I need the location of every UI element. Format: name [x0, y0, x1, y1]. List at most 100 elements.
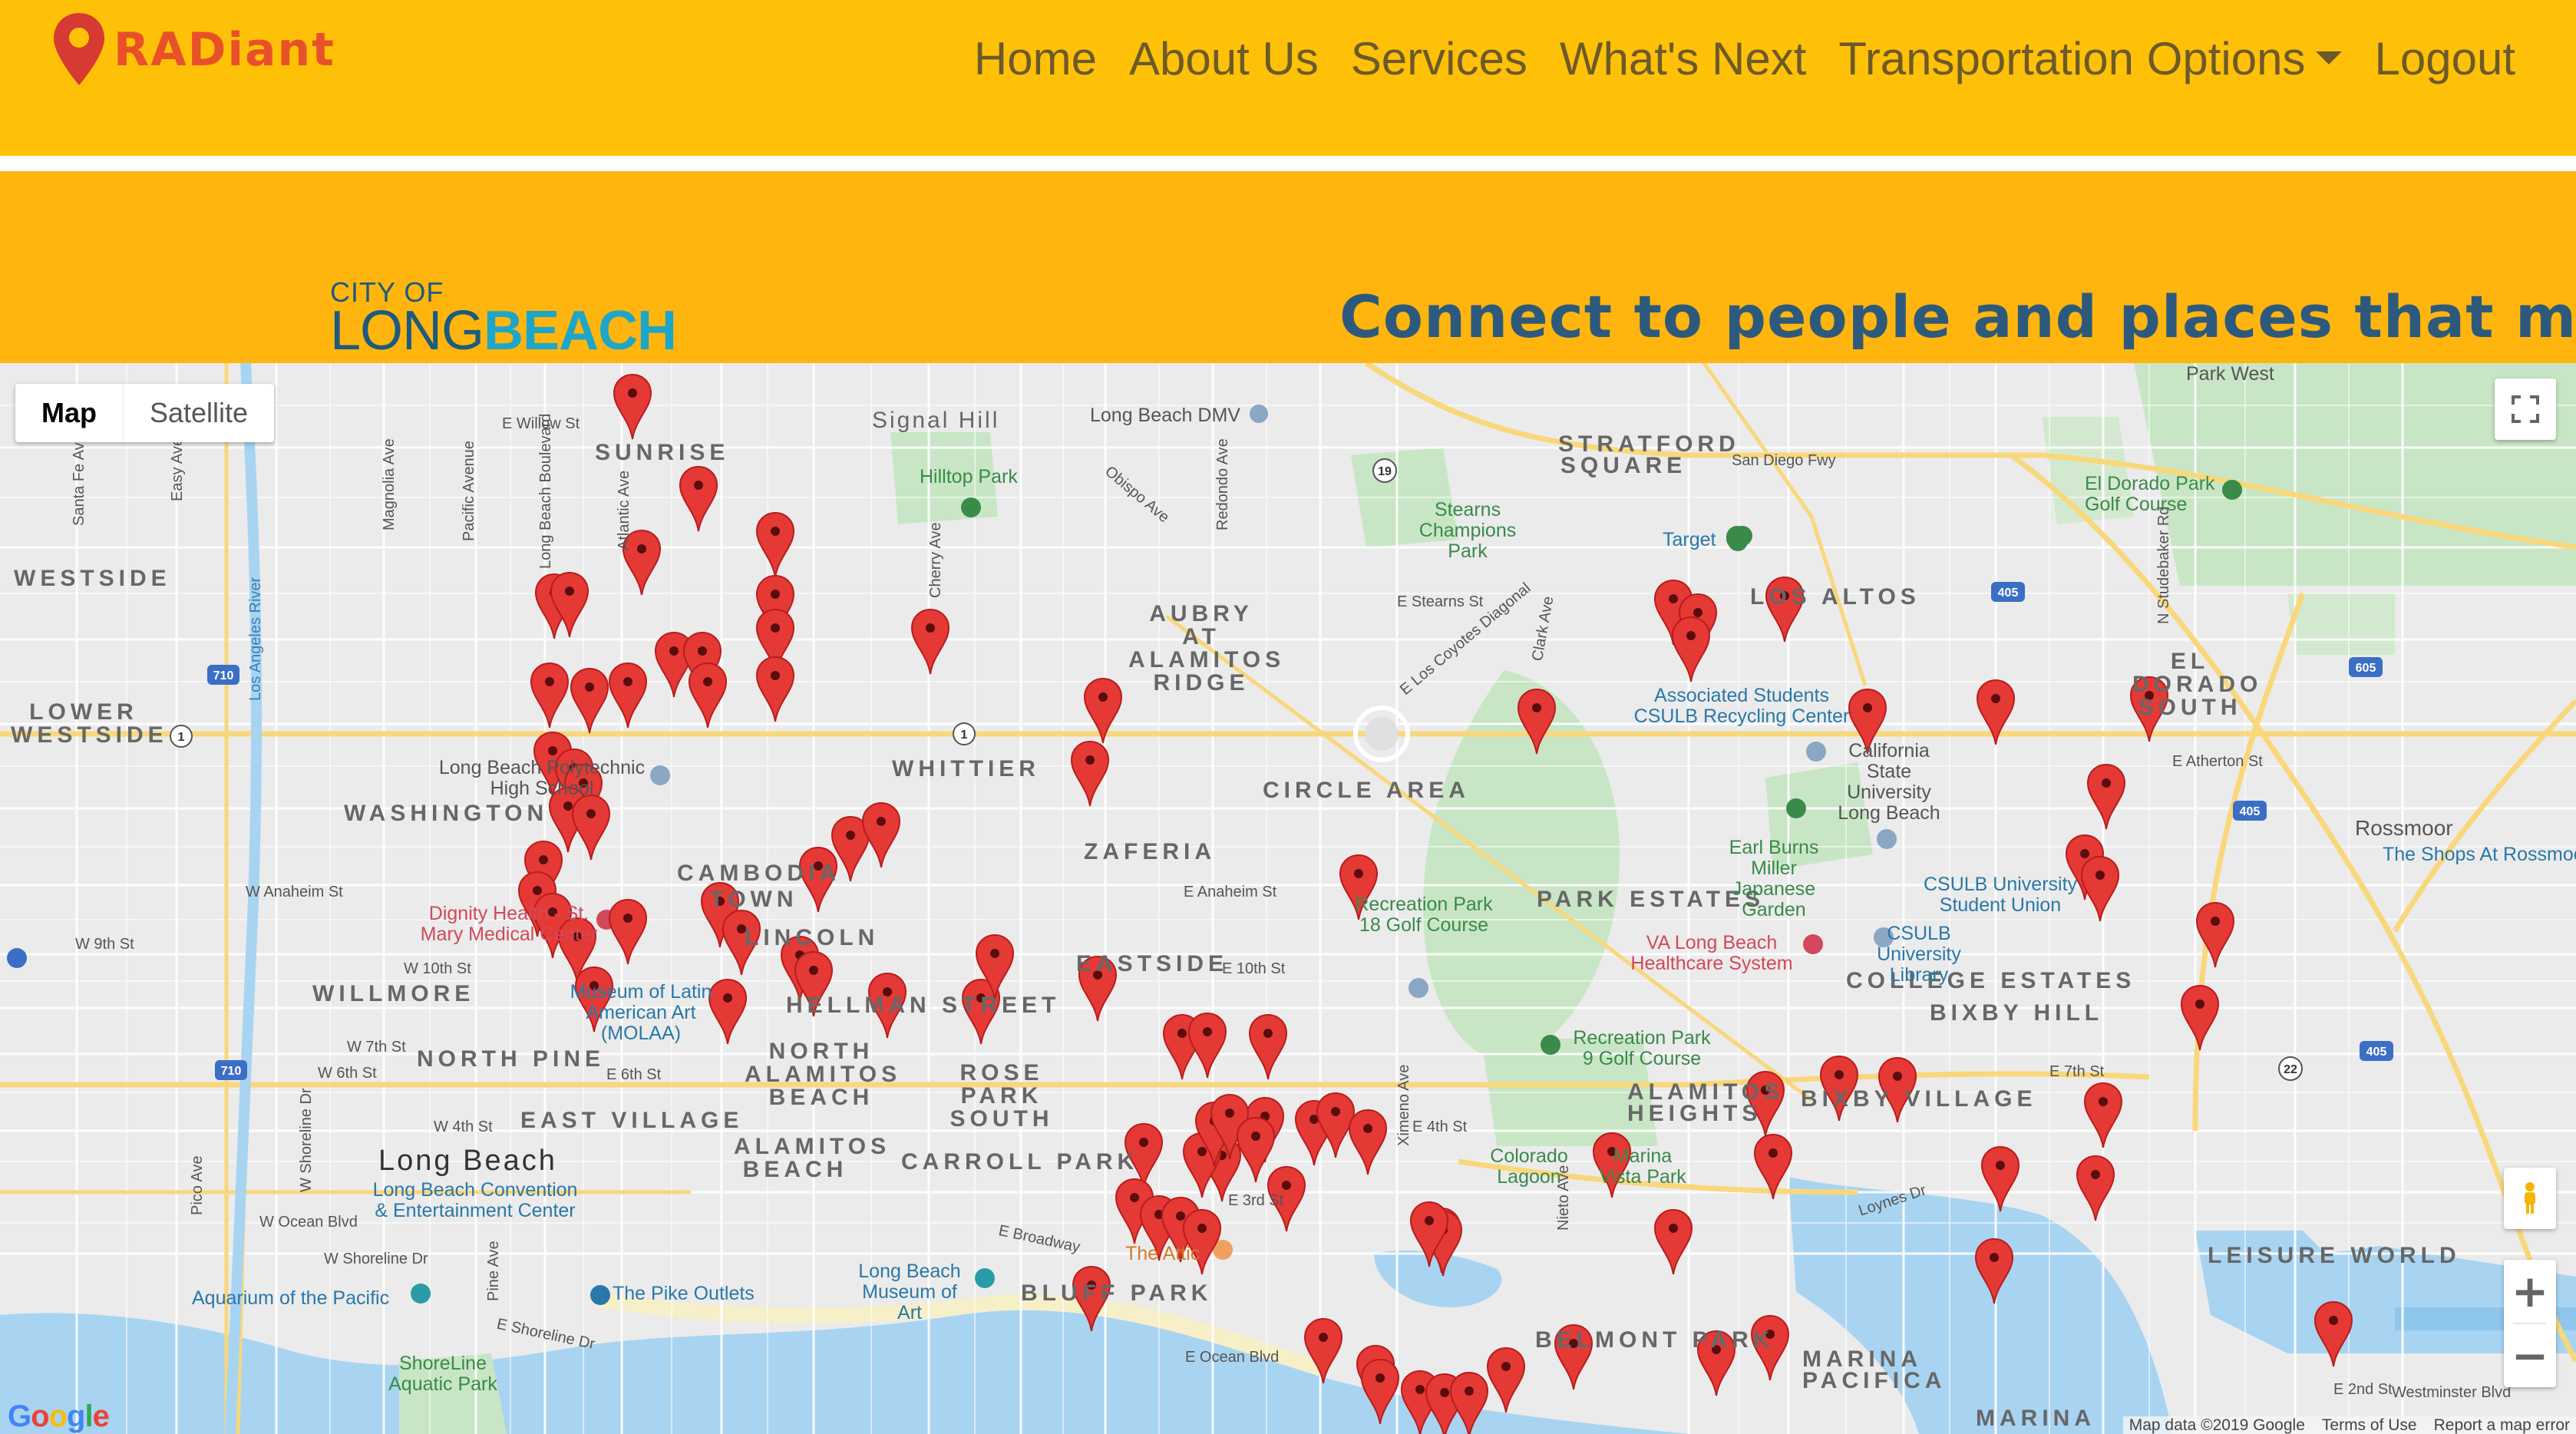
report-map-error-link[interactable]: Report a map error: [2434, 1416, 2570, 1434]
brand-logo[interactable]: RADiant: [51, 8, 335, 92]
map-marker-icon[interactable]: [861, 801, 901, 868]
map-type-satellite-button[interactable]: Satellite: [124, 384, 274, 442]
poi-long-beach-dmv[interactable]: Long Beach DMV: [1090, 405, 1240, 427]
poi-csulb-student-union[interactable]: CSULB University Student Union: [1916, 874, 2085, 916]
map-marker-icon[interactable]: [2180, 984, 2220, 1051]
street-los-angeles-river: Los Angeles River: [247, 577, 264, 701]
poi-dignity-health-st-mary-medical-center[interactable]: Dignity Health - St. Mary Medical Center: [405, 904, 613, 945]
map-marker-icon[interactable]: [2083, 1082, 2123, 1148]
street-view-pegman-button[interactable]: [2504, 1168, 2556, 1229]
poi-recreation-park-18-golf-course[interactable]: Recreation Park 18 Golf Course: [1351, 894, 1497, 936]
park-icon: [961, 497, 981, 517]
map-marker-icon[interactable]: [1187, 1012, 1227, 1079]
fullscreen-button[interactable]: [2495, 378, 2556, 440]
poi-el-dorado-park-golf-course[interactable]: El Dorado Park Golf Course: [2085, 474, 2231, 515]
nav-home[interactable]: Home: [958, 28, 1113, 91]
nav-transportation-options-dropdown[interactable]: Transportation Options: [1822, 28, 2358, 91]
poi-long-beach-convention-center[interactable]: Long Beach Convention & Entertainment Ce…: [364, 1180, 586, 1221]
map-marker-icon[interactable]: [2080, 855, 2120, 922]
poi-the-pike-outlets[interactable]: The Pike Outlets: [613, 1283, 755, 1305]
map-marker-icon[interactable]: [755, 511, 795, 578]
museum-icon: [975, 1268, 995, 1288]
map-marker-icon[interactable]: [1236, 1116, 1276, 1183]
poi-the-shops-at-rossmoor[interactable]: The Shops At Rossmoor: [2383, 844, 2576, 866]
map-marker-icon[interactable]: [1671, 616, 1711, 682]
poi-hilltop-park[interactable]: Hilltop Park: [920, 466, 1018, 488]
poi-colorado-lagoon[interactable]: Colorado Lagoon: [1483, 1146, 1575, 1188]
banner-tagline: Connect to people and places that matte: [1339, 283, 2576, 351]
poi-aquarium-of-the-pacific[interactable]: Aquarium of the Pacific: [192, 1287, 389, 1310]
caret-down-icon: [2316, 51, 2343, 64]
map-type-map-button[interactable]: Map: [15, 384, 124, 442]
street-san-diego-fwy: San Diego Fwy: [1732, 452, 1836, 469]
map[interactable]: 710 710 1 1 19 22 405 405 405 605 SUNRIS…: [0, 363, 2576, 1434]
map-marker-icon[interactable]: [1316, 1092, 1356, 1158]
map-marker-icon[interactable]: [613, 373, 652, 440]
terms-of-use-link[interactable]: Terms of Use: [2322, 1416, 2417, 1434]
nav-links: Home About Us Services What's Next Trans…: [958, 28, 2531, 91]
map-marker-icon[interactable]: [1348, 1109, 1388, 1175]
poi-molaa[interactable]: Museum of Latin American Art (MOLAA): [553, 982, 729, 1044]
poi-earl-burns-miller-japanese-garden[interactable]: Earl Burns Miller Japanese Garden: [1716, 838, 1831, 920]
street-w-shoreline-dr-vertical: W Shoreline Dr: [298, 1088, 315, 1192]
label-los-altos: LOS ALTOS: [1750, 584, 1920, 610]
nav-whats-next[interactable]: What's Next: [1544, 28, 1823, 91]
map-marker-icon[interactable]: [571, 794, 611, 861]
label-rossmoor: Rossmoor: [2355, 816, 2453, 840]
map-marker-icon[interactable]: [2076, 1155, 2115, 1221]
label-signal-hill: Signal Hill: [872, 408, 1000, 433]
poi-long-beach-polytechnic-high-school[interactable]: Long Beach Polytechnic High School: [427, 758, 657, 799]
government-icon: [1250, 405, 1268, 423]
label-willmore: WILLMORE: [312, 981, 475, 1006]
nav-services[interactable]: Services: [1335, 28, 1544, 91]
poi-csulb[interactable]: California State University Long Beach: [1831, 741, 1947, 824]
map-marker-icon[interactable]: [1980, 1145, 2020, 1212]
aquarium-icon: [411, 1284, 431, 1303]
label-bluff-park: BLUFF PARK: [1021, 1280, 1213, 1306]
label-zaferia: ZAFERIA: [1084, 839, 1216, 864]
google-logo[interactable]: Google: [8, 1399, 110, 1434]
brand-name: RADiant: [114, 23, 335, 77]
label-leisure-world: LEISURE WORLD: [2208, 1243, 2461, 1268]
poi-recreation-park-9-golf-course[interactable]: Recreation Park 9 Golf Course: [1569, 1028, 1715, 1069]
street-santa-fe-ave: Santa Fe Ave: [71, 434, 88, 526]
map-marker-icon[interactable]: [530, 662, 570, 729]
street-w-4th-st: W 4th St: [434, 1118, 493, 1135]
label-cambodia-town: CAMBODIA TOWN: [677, 861, 841, 912]
poi-va-long-beach[interactable]: VA Long Beach Healthcare System: [1620, 933, 1804, 974]
map-marker-icon[interactable]: [608, 662, 648, 729]
poi-shoreline-aquatic-park[interactable]: ShoreLine Aquatic Park: [385, 1353, 500, 1395]
poi-the-attic[interactable]: The Attic: [1125, 1243, 1200, 1265]
label-marina-pacifica: MARINA PACIFICA: [1802, 1346, 1947, 1393]
map-marker-icon[interactable]: [755, 656, 795, 722]
label-alamitos-beach: ALAMITOS BEACH: [734, 1134, 891, 1182]
map-marker-icon[interactable]: [679, 465, 718, 532]
poi-target[interactable]: Target: [1663, 529, 1716, 551]
street-w-shoreline-dr: W Shoreline Dr: [324, 1251, 428, 1267]
zoom-in-button[interactable]: +: [2504, 1260, 2556, 1323]
poi-marina-vista-park[interactable]: Marina Vista Park: [1597, 1146, 1689, 1188]
label-bixby-hill: BIXBY HILL: [1930, 1000, 2104, 1026]
map-marker-icon[interactable]: [2313, 1300, 2353, 1367]
nav-logout[interactable]: Logout: [2358, 28, 2531, 91]
golf-icon: [1541, 1035, 1560, 1055]
poi-stearns-champions-park[interactable]: Stearns Champions Park: [1399, 500, 1537, 562]
label-north-pine: NORTH PINE: [417, 1046, 606, 1072]
city-logo-big: LONGBEACH: [330, 303, 677, 358]
map-marker-icon[interactable]: [1653, 1208, 1693, 1275]
map-marker-icon[interactable]: [1486, 1346, 1526, 1413]
pool-icon: [1409, 978, 1428, 998]
zoom-out-button[interactable]: −: [2504, 1324, 2556, 1387]
map-marker-icon[interactable]: [910, 608, 950, 675]
map-marker-icon[interactable]: [1248, 1013, 1288, 1080]
city-logo-beach: BEACH: [484, 300, 677, 362]
map-data-attribution: Map data ©2019 Google: [2129, 1416, 2305, 1434]
poi-long-beach-museum-of-art[interactable]: Long Beach Museum of Art: [852, 1261, 967, 1323]
nav-about-us[interactable]: About Us: [1113, 28, 1335, 91]
poi-csulb-library[interactable]: CSULB University Library: [1850, 924, 1988, 986]
label-el-dorado-south: EL DORADO SOUTH: [2132, 649, 2263, 720]
street-westminster-blvd: Westminster Blvd: [2392, 1384, 2512, 1401]
map-marker-icon[interactable]: [2086, 763, 2126, 830]
map-marker-icon[interactable]: [1070, 740, 1110, 807]
poi-csulb-recycling-center[interactable]: Associated Students CSULB Recycling Cent…: [1630, 686, 1853, 727]
